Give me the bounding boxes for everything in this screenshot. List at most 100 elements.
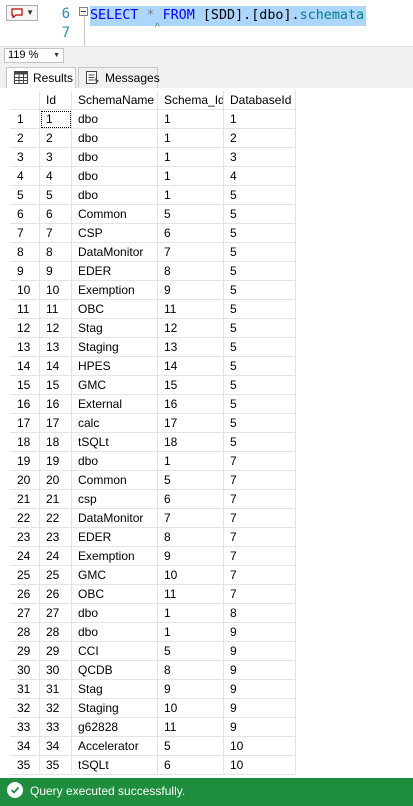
- cell-id[interactable]: 26: [40, 585, 72, 604]
- cell-schema-id[interactable]: 16: [158, 395, 224, 414]
- cell-id[interactable]: 15: [40, 376, 72, 395]
- cell-schema-name[interactable]: Common: [72, 205, 158, 224]
- cell-id[interactable]: 29: [40, 642, 72, 661]
- cell-schema-id[interactable]: 7: [158, 509, 224, 528]
- cell-id[interactable]: 17: [40, 414, 72, 433]
- row-number[interactable]: 15: [10, 376, 40, 395]
- row-number[interactable]: 17: [10, 414, 40, 433]
- row-number[interactable]: 26: [10, 585, 40, 604]
- cell-schema-name[interactable]: dbo: [72, 186, 158, 205]
- cell-schema-id[interactable]: 1: [158, 129, 224, 148]
- row-number[interactable]: 3: [10, 148, 40, 167]
- cell-id[interactable]: 30: [40, 661, 72, 680]
- cell-schema-id[interactable]: 5: [158, 205, 224, 224]
- row-number[interactable]: 12: [10, 319, 40, 338]
- cell-database-id[interactable]: 5: [224, 338, 296, 357]
- row-number[interactable]: 6: [10, 205, 40, 224]
- row-number[interactable]: 1: [10, 110, 40, 129]
- cell-schema-id[interactable]: 1: [158, 148, 224, 167]
- row-number[interactable]: 11: [10, 300, 40, 319]
- cell-database-id[interactable]: 7: [224, 528, 296, 547]
- cell-id[interactable]: 2: [40, 129, 72, 148]
- cell-schema-id[interactable]: 9: [158, 281, 224, 300]
- cell-id[interactable]: 3: [40, 148, 72, 167]
- cell-schema-name[interactable]: calc: [72, 414, 158, 433]
- cell-id[interactable]: 34: [40, 737, 72, 756]
- cell-schema-id[interactable]: 1: [158, 167, 224, 186]
- row-number[interactable]: 10: [10, 281, 40, 300]
- cell-id[interactable]: 9: [40, 262, 72, 281]
- cell-schema-name[interactable]: GMC: [72, 376, 158, 395]
- cell-schema-id[interactable]: 14: [158, 357, 224, 376]
- cell-id[interactable]: 20: [40, 471, 72, 490]
- cell-id[interactable]: 28: [40, 623, 72, 642]
- cell-schema-id[interactable]: 1: [158, 623, 224, 642]
- cell-database-id[interactable]: 5: [224, 186, 296, 205]
- results-grid[interactable]: Id SchemaName Schema_Id DatabaseId 1 1 dbo 1 1 2 2…: [0, 88, 413, 778]
- header-id[interactable]: Id: [40, 91, 72, 110]
- cell-id[interactable]: 5: [40, 186, 72, 205]
- cell-schema-id[interactable]: 11: [158, 718, 224, 737]
- cell-id[interactable]: 12: [40, 319, 72, 338]
- cell-database-id[interactable]: 7: [224, 471, 296, 490]
- row-number[interactable]: 19: [10, 452, 40, 471]
- cell-schema-name[interactable]: Accelerator: [72, 737, 158, 756]
- row-number[interactable]: 13: [10, 338, 40, 357]
- cell-database-id[interactable]: 5: [224, 243, 296, 262]
- cell-schema-id[interactable]: 18: [158, 433, 224, 452]
- tab-results[interactable]: Results: [6, 67, 76, 88]
- cell-database-id[interactable]: 2: [224, 129, 296, 148]
- cell-id[interactable]: 7: [40, 224, 72, 243]
- cell-schema-name[interactable]: dbo: [72, 129, 158, 148]
- cell-database-id[interactable]: 7: [224, 547, 296, 566]
- cell-schema-name[interactable]: dbo: [72, 623, 158, 642]
- cell-database-id[interactable]: 9: [224, 718, 296, 737]
- cell-id[interactable]: 18: [40, 433, 72, 452]
- cell-schema-name[interactable]: Exemption: [72, 547, 158, 566]
- row-number[interactable]: 25: [10, 566, 40, 585]
- cell-id[interactable]: 14: [40, 357, 72, 376]
- code-line-selected[interactable]: SELECT * FROM [SDD].[dbo].schemata: [90, 6, 367, 26]
- cell-schema-id[interactable]: 13: [158, 338, 224, 357]
- cell-id[interactable]: 24: [40, 547, 72, 566]
- cell-database-id[interactable]: 7: [224, 566, 296, 585]
- cell-database-id[interactable]: 9: [224, 623, 296, 642]
- cell-schema-name[interactable]: CCI: [72, 642, 158, 661]
- cell-schema-name[interactable]: GMC: [72, 566, 158, 585]
- cell-schema-id[interactable]: 8: [158, 528, 224, 547]
- cell-schema-id[interactable]: 8: [158, 661, 224, 680]
- cell-database-id[interactable]: 7: [224, 490, 296, 509]
- cell-schema-id[interactable]: 6: [158, 756, 224, 775]
- cell-database-id[interactable]: 5: [224, 433, 296, 452]
- cell-schema-name[interactable]: tSQLt: [72, 756, 158, 775]
- cell-schema-id[interactable]: 12: [158, 319, 224, 338]
- cell-id[interactable]: 4: [40, 167, 72, 186]
- row-number[interactable]: 23: [10, 528, 40, 547]
- header-database-id[interactable]: DatabaseId: [224, 91, 296, 110]
- cell-id[interactable]: 19: [40, 452, 72, 471]
- cell-schema-id[interactable]: 6: [158, 490, 224, 509]
- cell-database-id[interactable]: 9: [224, 680, 296, 699]
- row-number[interactable]: 35: [10, 756, 40, 775]
- cell-id[interactable]: 31: [40, 680, 72, 699]
- row-number[interactable]: 24: [10, 547, 40, 566]
- cell-schema-name[interactable]: CSP: [72, 224, 158, 243]
- cell-schema-name[interactable]: Exemption: [72, 281, 158, 300]
- cell-id[interactable]: 21: [40, 490, 72, 509]
- row-number[interactable]: 30: [10, 661, 40, 680]
- row-number[interactable]: 22: [10, 509, 40, 528]
- row-number[interactable]: 31: [10, 680, 40, 699]
- cell-schema-id[interactable]: 11: [158, 300, 224, 319]
- cell-schema-name[interactable]: dbo: [72, 452, 158, 471]
- cell-id[interactable]: 22: [40, 509, 72, 528]
- cell-database-id[interactable]: 5: [224, 205, 296, 224]
- row-number[interactable]: 32: [10, 699, 40, 718]
- cell-database-id[interactable]: 5: [224, 281, 296, 300]
- row-number[interactable]: 2: [10, 129, 40, 148]
- cell-schema-id[interactable]: 7: [158, 243, 224, 262]
- cell-schema-name[interactable]: tSQLt: [72, 433, 158, 452]
- cell-id[interactable]: 32: [40, 699, 72, 718]
- cell-id[interactable]: 1: [40, 110, 72, 129]
- cell-database-id[interactable]: 7: [224, 585, 296, 604]
- cell-database-id[interactable]: 10: [224, 737, 296, 756]
